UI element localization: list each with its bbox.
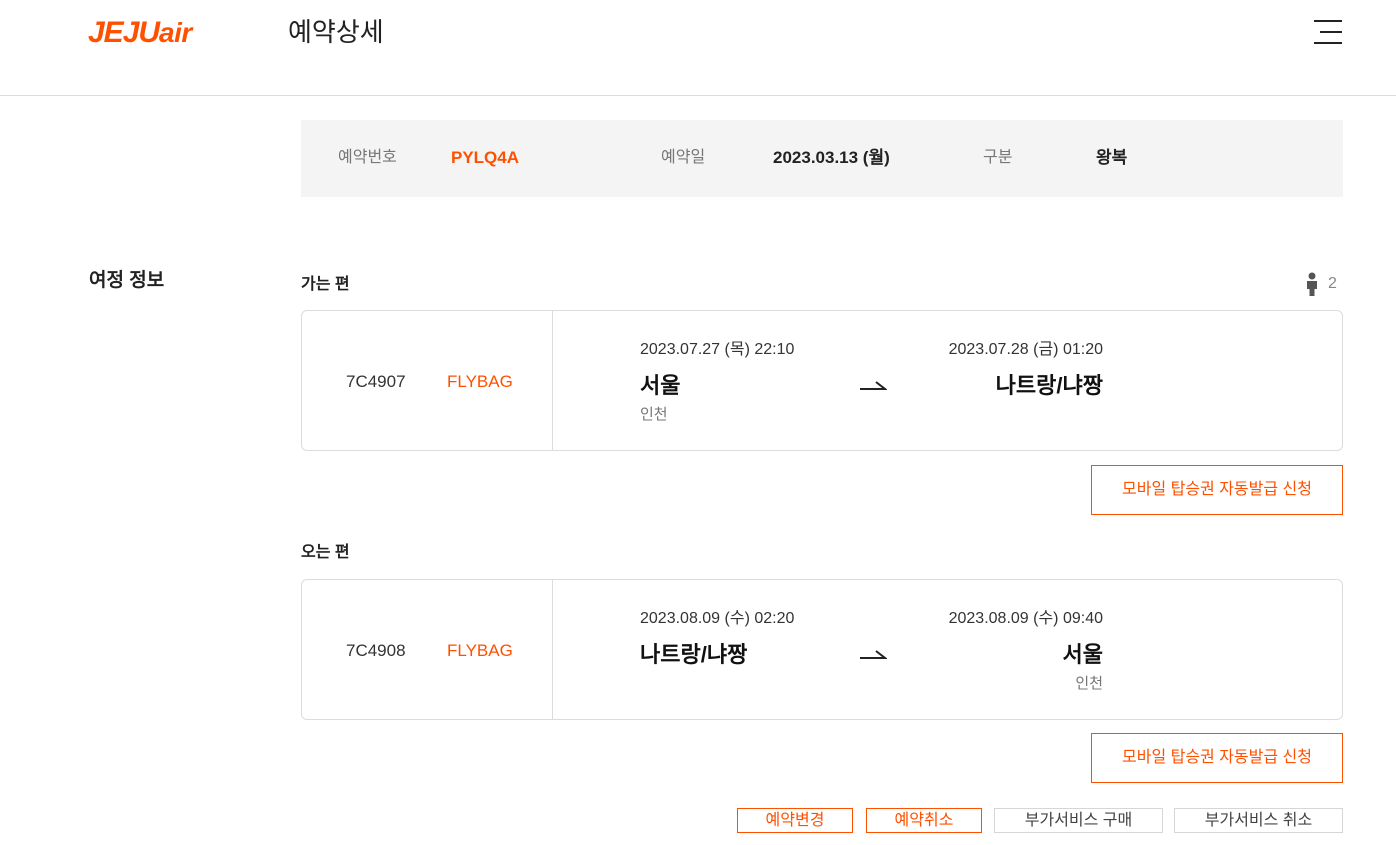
booking-no-value: PYLQ4A	[451, 148, 520, 167]
booking-date-value: 2023.03.13 (월)	[773, 148, 890, 167]
person-icon	[1307, 272, 1317, 296]
hamburger-menu-icon[interactable]	[1312, 19, 1342, 45]
arrival-airport: 인천	[1075, 675, 1103, 692]
menu-line	[1314, 20, 1342, 22]
flight-number: 7C4907	[346, 372, 406, 391]
card-divider	[552, 311, 553, 450]
departure-city: 서울	[640, 373, 681, 398]
cancel-addon-button[interactable]: 부가서비스 취소	[1174, 808, 1343, 833]
buy-addon-button[interactable]: 부가서비스 구매	[994, 808, 1163, 833]
jejuair-logo[interactable]: JEJUair	[88, 16, 192, 50]
booking-summary: 예약번호 PYLQ4A 예약일 2023.03.13 (월) 구분 왕복	[301, 120, 1343, 197]
fare-type: FLYBAG	[447, 372, 513, 391]
departure-time: 2023.07.27 (목) 22:10	[640, 341, 795, 358]
outbound-mobile-pass-button[interactable]: 모바일 탑승권 자동발급 신청	[1091, 465, 1343, 515]
trip-type-label: 구분	[983, 149, 1013, 166]
arrow-right-icon	[860, 381, 887, 390]
cancel-booking-button[interactable]: 예약취소	[866, 808, 982, 833]
menu-line	[1320, 31, 1342, 33]
flight-number: 7C4908	[346, 641, 406, 660]
inbound-flight-card: 7C4908 FLYBAG 2023.08.09 (수) 02:20 2023.…	[301, 579, 1343, 720]
outbound-title: 가는 편	[301, 276, 350, 293]
logo-suffix-text: air	[159, 17, 192, 48]
arrival-city: 서울	[1062, 642, 1103, 667]
itinerary-section-title: 여정 정보	[89, 270, 165, 291]
departure-city: 나트랑/냐짱	[640, 642, 748, 667]
change-booking-button[interactable]: 예약변경	[737, 808, 853, 833]
fare-type: FLYBAG	[447, 641, 513, 660]
arrow-right-icon	[860, 650, 887, 659]
arrival-time: 2023.07.28 (금) 01:20	[948, 341, 1103, 358]
passenger-count-value: 2	[1328, 275, 1337, 292]
logo-main-text: JEJU	[88, 16, 160, 49]
arrival-city: 나트랑/냐짱	[995, 373, 1103, 398]
site-header: JEJUair 예약상세	[0, 0, 1396, 96]
departure-time: 2023.08.09 (수) 02:20	[640, 610, 795, 627]
inbound-mobile-pass-button[interactable]: 모바일 탑승권 자동발급 신청	[1091, 733, 1343, 783]
arrival-time: 2023.08.09 (수) 09:40	[948, 610, 1103, 627]
inbound-title: 오는 편	[301, 544, 350, 561]
outbound-flight-card: 7C4907 FLYBAG 2023.07.27 (목) 22:10 2023.…	[301, 310, 1343, 451]
booking-no-label: 예약번호	[338, 149, 397, 166]
departure-airport: 인천	[640, 406, 668, 423]
booking-date-label: 예약일	[661, 149, 706, 166]
card-divider	[552, 580, 553, 719]
trip-type-value: 왕복	[1096, 148, 1128, 167]
menu-line	[1314, 42, 1342, 44]
page-title: 예약상세	[288, 17, 384, 47]
